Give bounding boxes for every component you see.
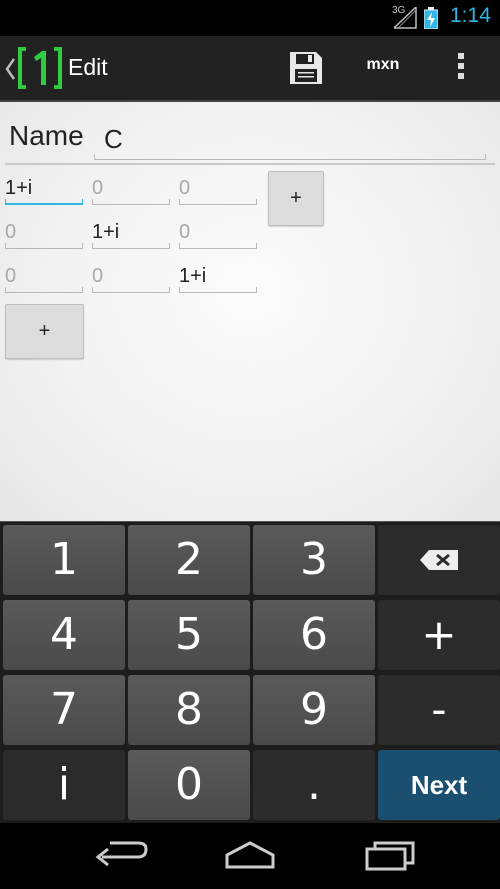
matrix-cell-r1c3[interactable]: 0 [179, 175, 257, 205]
mxn-mode-button[interactable]: mxn [360, 56, 406, 80]
add-column-button[interactable]: + [268, 171, 324, 226]
matrix-cell-r1c1[interactable]: 1+i [5, 175, 83, 205]
home-icon[interactable] [215, 835, 285, 875]
recent-apps-icon[interactable] [355, 835, 425, 875]
matrix-cell-r1c2[interactable]: 0 [92, 175, 170, 205]
matrix-editor: Name C 1+i 0 0 + 0 1+i 0 0 0 1+i + [0, 102, 500, 521]
matrix-cell-r3c3[interactable]: 1+i [179, 263, 257, 293]
screen: 3G 1:14 Edit mxn Name C 1+i 0 0 + 0 1+i … [0, 0, 500, 889]
clock: 1:14 [450, 4, 491, 27]
matrix-cell-r3c2[interactable]: 0 [92, 263, 170, 293]
key-8[interactable]: 8 [128, 675, 250, 745]
status-bar: 3G 1:14 [0, 0, 500, 36]
key-4[interactable]: 4 [3, 600, 125, 670]
name-label: Name [9, 120, 84, 151]
divider [5, 163, 495, 165]
screen-title: Edit [68, 54, 108, 80]
matrix-cell-r2c3[interactable]: 0 [179, 219, 257, 249]
back-icon[interactable] [86, 835, 156, 875]
battery-charging-icon [424, 7, 438, 29]
key-7[interactable]: 7 [3, 675, 125, 745]
matrix-cell-r3c1[interactable]: 0 [5, 263, 83, 293]
key-2[interactable]: 2 [128, 525, 250, 595]
floppy-disk-icon[interactable] [288, 50, 324, 86]
matrix-cell-r2c2[interactable]: 1+i [92, 219, 170, 249]
signal-icon [394, 7, 417, 29]
key-6[interactable]: 6 [253, 600, 375, 670]
app-logo-icon[interactable] [16, 45, 64, 91]
key-9[interactable]: 9 [253, 675, 375, 745]
key-minus[interactable]: - [378, 675, 500, 745]
navigation-bar [0, 823, 500, 889]
name-value: C [104, 124, 123, 154]
backspace-icon [420, 550, 458, 570]
key-5[interactable]: 5 [128, 600, 250, 670]
name-input[interactable]: C [94, 120, 486, 160]
up-caret-icon[interactable] [4, 56, 16, 82]
key-1[interactable]: 1 [3, 525, 125, 595]
overflow-menu-icon[interactable] [452, 50, 470, 86]
key-3[interactable]: 3 [253, 525, 375, 595]
next-key[interactable]: Next [378, 750, 500, 820]
key-plus[interactable]: + [378, 600, 500, 670]
add-row-button[interactable]: + [5, 304, 84, 359]
action-bar: Edit mxn [0, 36, 500, 102]
key-decimal[interactable]: . [253, 750, 375, 820]
key-i[interactable]: i [3, 750, 125, 820]
key-0[interactable]: 0 [128, 750, 250, 820]
numeric-keyboard: 1 2 3 4 5 6 + 7 8 9 - i 0 . Next [0, 521, 500, 823]
backspace-key[interactable] [378, 525, 500, 595]
matrix-cell-r2c1[interactable]: 0 [5, 219, 83, 249]
